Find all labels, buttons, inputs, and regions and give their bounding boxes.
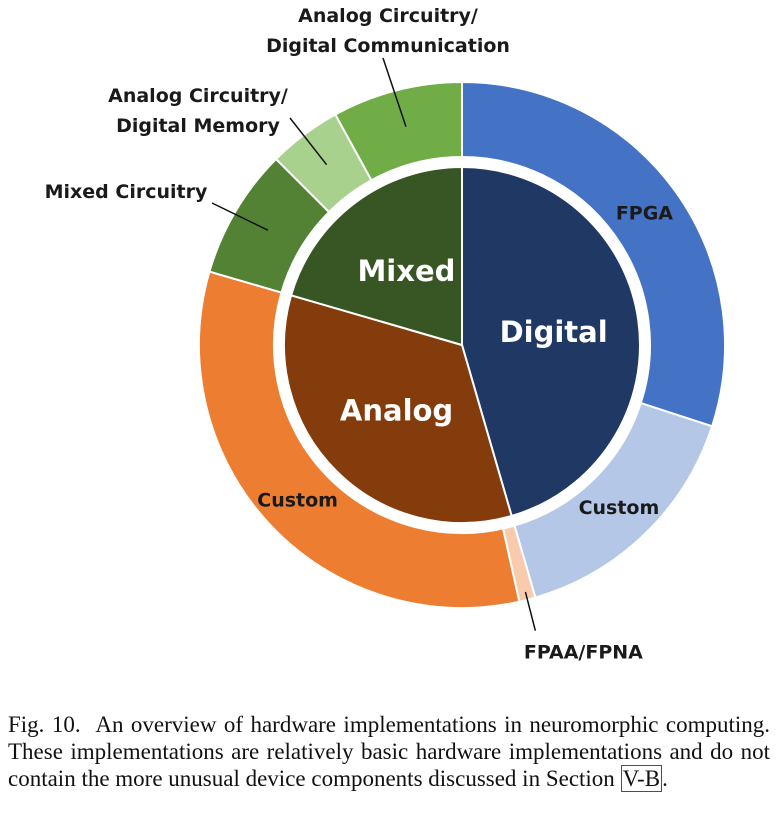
figure-caption: Fig. 10. An overview of hardware impleme… <box>8 711 770 792</box>
outer-label-analog-circuitry-digital-communication-6-line2: Digital Communication <box>266 35 510 57</box>
outer-label-mixed-circuitry-4: Mixed Circuitry <box>45 181 208 203</box>
outer-label-analog-circuitry-digital-memory-5-line1: Analog Circuitry/ <box>108 85 288 107</box>
inner-label-analog: Analog <box>340 393 453 427</box>
outer-label-fpga-0: FPGA <box>616 202 673 224</box>
outer-label-analog-circuitry-digital-communication-6-line1: Analog Circuitry/ <box>298 5 478 27</box>
caption-end: . <box>662 766 668 791</box>
outer-label-analog-circuitry-digital-memory-5-line2: Digital Memory <box>116 115 280 137</box>
outer-label-custom-1: Custom <box>579 497 660 519</box>
section-reference-link[interactable]: V-B <box>620 765 663 792</box>
inner-label-mixed: Mixed <box>357 254 455 288</box>
nested-donut-chart: Digital Analog Mixed FPGA Custom FPAA/FPNA Cus… <box>0 0 776 690</box>
outer-label-fpaa-fpna-2: FPAA/FPNA <box>524 642 643 664</box>
outer-label-custom-3: Custom <box>257 489 338 511</box>
chart-canvas: Digital Analog Mixed FPGA Custom FPAA/FPNA Cus… <box>45 5 726 664</box>
inner-label-digital: Digital <box>500 315 608 349</box>
